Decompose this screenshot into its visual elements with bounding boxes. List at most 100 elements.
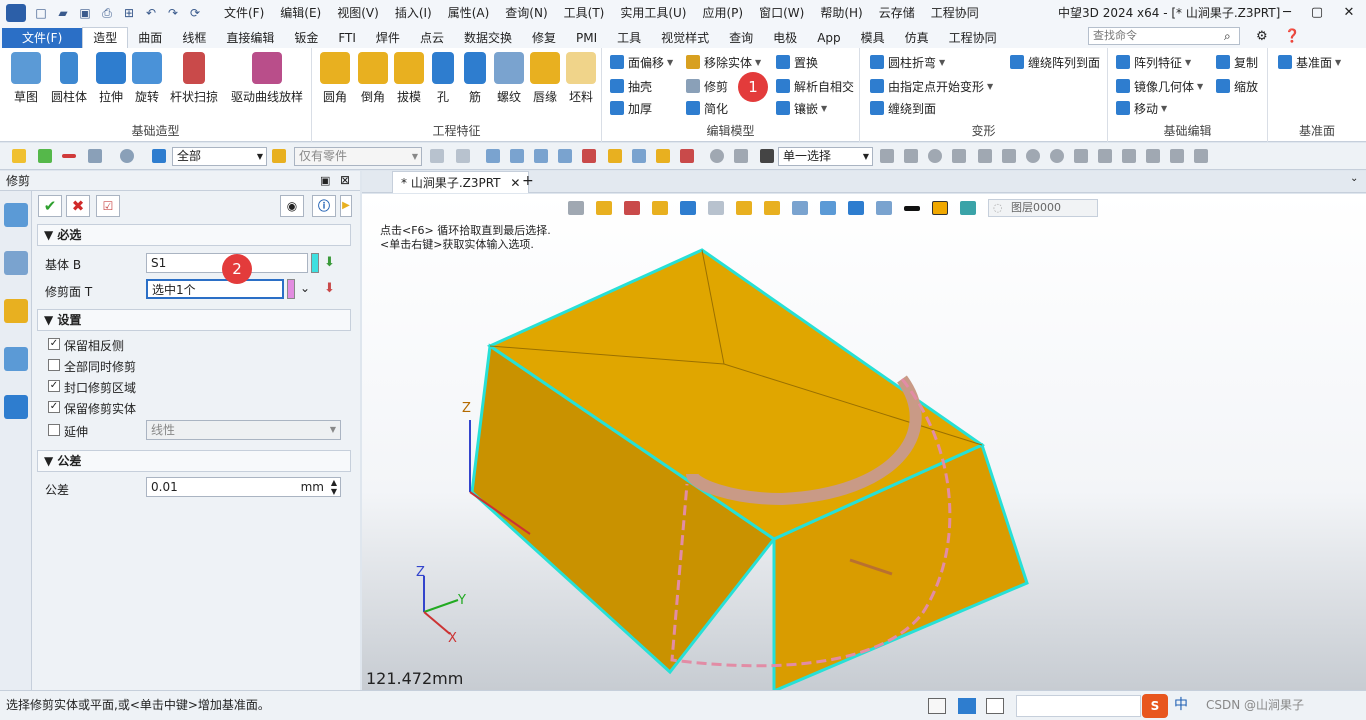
shell-button[interactable]: 抽壳	[610, 76, 652, 96]
menu-insert[interactable]: 插入(I)	[387, 0, 440, 26]
tab-fti[interactable]: FTI	[328, 28, 366, 48]
redo-icon[interactable]: ↷	[164, 4, 182, 22]
3d-viewport[interactable]: ◌ 图层0000 点击<F6> 循环拾取直到最后选择. <单击右键>获取实体输入选…	[362, 194, 1366, 690]
filter-combo[interactable]: 全部 ▼	[172, 147, 267, 166]
status-list-icon[interactable]	[986, 698, 1004, 714]
remove-icon[interactable]	[62, 154, 76, 158]
drive-curve-loft-button[interactable]: 驱动曲线放样	[226, 52, 308, 105]
toolbar-icon[interactable]	[680, 149, 694, 163]
tab-file[interactable]: 文件(F)	[2, 28, 83, 48]
stock-button[interactable]: 坯料	[564, 52, 598, 105]
toolbar-icon[interactable]	[656, 149, 670, 163]
remove-solid-button[interactable]: 移除实体 ▼	[686, 52, 761, 72]
datum-plane-button[interactable]: 基准面 ▼	[1278, 52, 1341, 72]
apply-button[interactable]: ☑	[96, 195, 120, 217]
chamfer-button[interactable]: 倒角	[356, 52, 390, 105]
mirror-geometry-button[interactable]: 镜像几何体 ▼	[1116, 76, 1203, 96]
tab-visual-style[interactable]: 视觉样式	[651, 28, 719, 48]
cylinder-bend-button[interactable]: 圆柱折弯 ▼	[870, 52, 945, 72]
replace-button[interactable]: 置换	[776, 52, 818, 72]
chevron-down-icon[interactable]: ⌄	[1350, 173, 1358, 184]
stop-icon[interactable]	[760, 149, 774, 163]
hole-button[interactable]: 孔	[428, 52, 458, 105]
minimize-button[interactable]: ─	[1272, 0, 1302, 26]
tab-repair[interactable]: 修复	[522, 28, 566, 48]
add-tab-icon[interactable]: +	[522, 173, 534, 189]
toolbar-icon[interactable]	[734, 149, 748, 163]
close-icon[interactable]: ⊠	[340, 173, 350, 187]
tab-app[interactable]: App	[807, 28, 850, 48]
menu-utilities[interactable]: 实用工具(U)	[612, 0, 694, 26]
undo-icon[interactable]: ↶	[142, 4, 160, 22]
tab-electrode[interactable]: 电极	[763, 28, 807, 48]
cylinder-button[interactable]: 圆柱体	[48, 52, 90, 105]
tab-modeling[interactable]: 造型	[82, 27, 129, 48]
status-input[interactable]	[1016, 695, 1141, 717]
toolbar-icon[interactable]	[486, 149, 500, 163]
keep-trimmed-checkbox[interactable]: ✓	[48, 401, 60, 413]
menu-tools[interactable]: 工具(T)	[556, 0, 613, 26]
view-icon[interactable]	[4, 347, 28, 371]
maximize-button[interactable]: ▢	[1302, 0, 1332, 26]
arc-icon[interactable]	[1122, 149, 1136, 163]
scale-button[interactable]: 缩放	[1216, 76, 1258, 96]
menu-attribute[interactable]: 属性(A)	[440, 0, 498, 26]
tab-collab[interactable]: 工程协同	[939, 28, 1007, 48]
print-preview-icon[interactable]: ⊞	[120, 4, 138, 22]
curve-icon[interactable]	[1074, 149, 1088, 163]
pattern-feature-button[interactable]: 阵列特征 ▼	[1116, 52, 1191, 72]
tab-weldment[interactable]: 焊件	[366, 28, 410, 48]
curve-icon[interactable]	[1098, 149, 1112, 163]
trim-face-input[interactable]: 选中1个	[146, 279, 284, 299]
ime-mode[interactable]: 中	[1174, 691, 1188, 719]
tab-pmi[interactable]: PMI	[566, 28, 607, 48]
save-icon[interactable]: ▣	[76, 4, 94, 22]
toolbar-icon[interactable]	[710, 149, 724, 163]
command-search-input[interactable]: 查找命令	[1088, 27, 1240, 45]
toolbar-icon[interactable]	[558, 149, 572, 163]
help-icon[interactable]: ❓	[1284, 29, 1300, 44]
tab-query[interactable]: 查询	[719, 28, 763, 48]
select-arrow-icon[interactable]	[12, 149, 26, 163]
pick-arrow-icon[interactable]: ⬇	[324, 281, 335, 296]
toolbar-icon[interactable]	[928, 149, 942, 163]
inlay-button[interactable]: 镶嵌 ▼	[776, 98, 827, 118]
thicken-button[interactable]: 加厚	[610, 98, 652, 118]
extrude-button[interactable]: 拉伸	[94, 52, 128, 105]
menu-collab[interactable]: 工程协同	[923, 0, 987, 26]
sketch-button[interactable]: 草图	[6, 52, 46, 105]
rib-button[interactable]: 筋	[460, 52, 490, 105]
wrap-to-face-button[interactable]: 缠绕到面	[870, 98, 936, 118]
toolbar-icon[interactable]	[632, 149, 646, 163]
toolbar-icon[interactable]	[1194, 149, 1208, 163]
cancel-button[interactable]: ✖	[66, 195, 90, 217]
menu-view[interactable]: 视图(V)	[329, 0, 387, 26]
tab-document[interactable]: * 山涧果子.Z3PRT ✕	[392, 171, 530, 193]
keep-opposite-checkbox[interactable]: ✓	[48, 338, 60, 350]
add-icon[interactable]	[38, 149, 52, 163]
info-button[interactable]: ⓘ	[312, 195, 336, 217]
trim-all-checkbox[interactable]	[48, 359, 60, 371]
new-file-icon[interactable]: □	[32, 4, 50, 22]
gear-icon[interactable]: ⚙	[1256, 29, 1268, 44]
lip-button[interactable]: 唇缘	[528, 52, 562, 105]
tab-direct-edit[interactable]: 直接编辑	[216, 28, 284, 48]
trim-button[interactable]: 修剪	[686, 76, 728, 96]
open-folder-icon[interactable]: ▰	[54, 4, 72, 22]
toolbar-icon[interactable]	[1170, 149, 1184, 163]
tab-simulation[interactable]: 仿真	[895, 28, 939, 48]
menu-edit[interactable]: 编辑(E)	[272, 0, 329, 26]
toolbar-icon[interactable]	[582, 149, 596, 163]
toolbar-icon[interactable]	[880, 149, 894, 163]
tolerance-input[interactable]: 0.01 mm ▲ ▼	[146, 477, 341, 497]
menu-apps[interactable]: 应用(P)	[695, 0, 752, 26]
menu-cloud[interactable]: 云存储	[871, 0, 923, 26]
tab-wireframe[interactable]: 线框	[172, 28, 216, 48]
rotate-icon[interactable]: ⟳	[186, 4, 204, 22]
part-icon[interactable]	[4, 299, 28, 323]
toolbar-icon[interactable]	[456, 149, 470, 163]
resolve-self-intersect-button[interactable]: 解析自相交	[776, 76, 854, 96]
tab-mold[interactable]: 模具	[851, 28, 895, 48]
fillet-button[interactable]: 圆角	[318, 52, 352, 105]
circle-icon[interactable]	[1050, 149, 1064, 163]
